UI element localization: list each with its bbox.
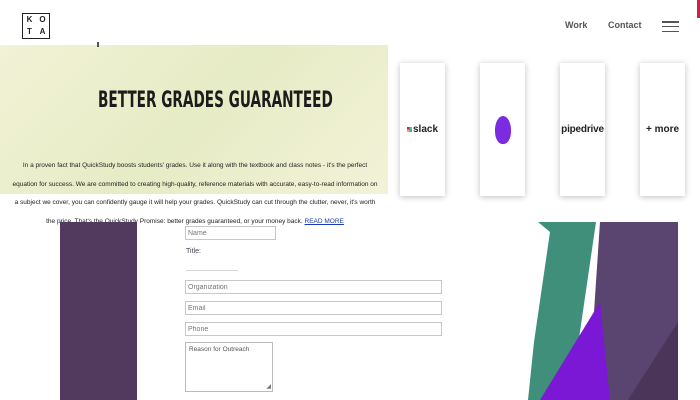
more-label: + more [645,124,680,135]
slack-icon [406,127,412,132]
logo-letter-k: K [26,15,33,24]
nav-work-link[interactable]: Work [565,20,587,30]
pipedrive-label: pipedrive [561,124,604,135]
pipedrive-card[interactable]: pipedrive [560,63,605,196]
resize-handle-icon[interactable]: ◢ [266,383,271,390]
banner-body: In a proven fact that QuickStudy boosts … [10,157,380,231]
email-field[interactable] [185,301,442,315]
nav-contact-link[interactable]: Contact [608,20,642,30]
banner-body-text: In a proven fact that QuickStudy boosts … [12,162,378,225]
reason-textarea[interactable]: Reason for Outreach ◢ [185,342,273,392]
hamburger-menu-icon[interactable] [662,21,679,32]
logo-letter-o: O [39,15,46,24]
logo-letter-a: A [39,27,46,36]
title-label: Title: [186,248,201,255]
more-card[interactable]: + more [640,63,685,196]
logo-letter-t: T [27,27,32,36]
purple-block [60,222,137,400]
phone-field[interactable] [185,322,442,336]
banner-title: BETTER GRADES GUARANTEED [98,88,333,113]
banner-marker [97,42,99,47]
read-more-link[interactable]: READ MORE [305,218,344,225]
slack-card[interactable]: slack [400,63,445,196]
organization-field[interactable] [185,280,442,294]
title-field[interactable] [186,270,238,271]
decorative-shapes [528,222,678,400]
slack-label: slack [412,124,439,135]
kota-logo[interactable]: K O T A [22,13,50,39]
reason-placeholder: Reason for Outreach [189,346,250,353]
name-field[interactable] [185,226,276,240]
purple-blob-icon [494,115,511,144]
purple-blob-card[interactable] [480,63,525,196]
